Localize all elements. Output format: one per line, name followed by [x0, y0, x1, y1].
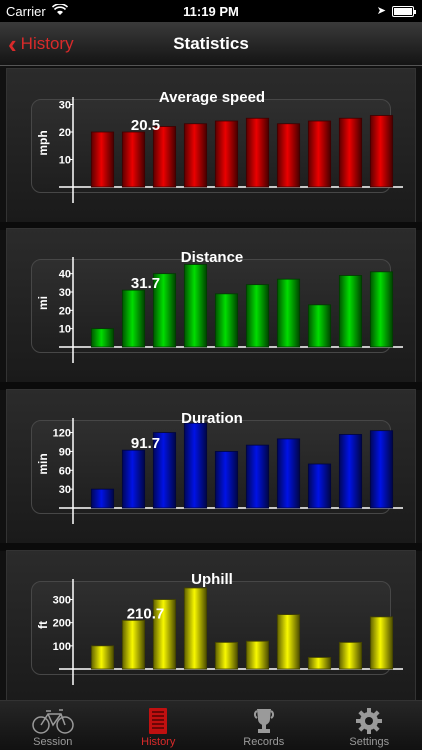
y-axis-unit-label: ft — [36, 621, 50, 629]
chart-bar — [338, 641, 363, 670]
chart-bar — [245, 444, 270, 509]
chart-bar — [245, 117, 270, 188]
chart-bar — [183, 123, 208, 188]
chart-bar — [338, 117, 363, 188]
tab-label: Records — [243, 736, 285, 748]
tab-settings[interactable]: Settings — [317, 701, 422, 750]
chart-bar — [245, 640, 270, 670]
page-title: Statistics — [173, 34, 249, 53]
chart-panel-duration: Duration 30 60 90 120 min 91.7 — [6, 389, 416, 545]
tab-label: History — [141, 736, 176, 748]
chart-bar — [276, 278, 301, 348]
y-tick-label: 90 — [59, 446, 71, 458]
chart-bar — [338, 434, 363, 509]
y-tick-label: 200 — [53, 618, 71, 630]
chart-bar — [276, 614, 301, 670]
highlight-value-label: 31.7 — [131, 275, 160, 292]
chart-bar — [276, 438, 301, 509]
chart-bar — [183, 422, 208, 509]
chart-bar — [121, 449, 146, 509]
chart-bar — [338, 275, 363, 348]
chart-bar — [121, 131, 146, 188]
chart-bar — [90, 328, 115, 348]
tab-session[interactable]: Session — [0, 701, 106, 750]
highlight-value-label: 20.5 — [131, 117, 160, 134]
chart-bar — [214, 293, 239, 348]
y-tick-label: 40 — [59, 269, 71, 281]
chart-bar — [90, 645, 115, 670]
chart-bar — [369, 115, 394, 188]
chart-bar — [90, 131, 115, 188]
tab-history[interactable]: History — [106, 701, 212, 750]
battery-icon — [392, 6, 416, 17]
y-tick-label: 20 — [59, 305, 71, 317]
chart-bar — [369, 616, 394, 670]
tab-label: Settings — [349, 736, 390, 748]
y-tick-label: 20 — [59, 127, 71, 139]
chart-bar — [183, 264, 208, 348]
y-tick-label: 300 — [53, 595, 71, 607]
highlight-value-label: 91.7 — [131, 435, 160, 452]
chart-panel-uphill: Uphill 100 200 300 ft 210.7 — [6, 550, 416, 700]
tab-records[interactable]: Records — [211, 701, 317, 750]
statistics-content[interactable]: Average speed 10 20 30 mph 20.5 Distance 10 2… — [0, 66, 422, 700]
location-arrow-icon: ➤ — [376, 5, 386, 17]
chart-bar — [276, 123, 301, 188]
chart-bar — [121, 619, 146, 670]
chart-title: Duration — [181, 410, 243, 427]
y-tick-label: 30 — [59, 287, 71, 299]
chart-bar — [90, 488, 115, 509]
highlight-value-label: 210.7 — [127, 605, 165, 622]
list-icon — [136, 707, 180, 735]
chart-bar — [183, 587, 208, 670]
y-tick-label: 100 — [53, 641, 71, 653]
y-tick-label: 10 — [59, 324, 71, 336]
gear-icon — [347, 707, 391, 735]
y-tick-label: 60 — [59, 465, 71, 477]
chart-title: Average speed — [158, 89, 266, 106]
status-bar: Carrier 11:19 PM ➤ — [0, 0, 422, 22]
chart-bar — [307, 463, 332, 509]
clock: 11:19 PM — [183, 4, 239, 19]
chart-bar — [369, 271, 394, 348]
bicycle-icon — [31, 707, 75, 735]
chart-bar — [214, 641, 239, 670]
y-tick-label: 120 — [53, 428, 71, 440]
chart-bar — [369, 430, 394, 509]
y-tick-label: 30 — [59, 484, 71, 496]
chart-bar — [245, 284, 270, 348]
chart-bar — [307, 120, 332, 188]
trophy-icon — [242, 707, 286, 735]
chart-panel-average-speed: Average speed 10 20 30 mph 20.5 — [6, 68, 416, 224]
chart-bar — [214, 451, 239, 509]
navigation-bar: ‹ History Statistics — [0, 22, 422, 66]
chart-panel-distance: Distance 10 20 30 40 mi 31.7 — [6, 228, 416, 384]
chart-bar — [214, 120, 239, 188]
chart-bar — [121, 289, 146, 348]
chart-title: Distance — [180, 249, 244, 266]
y-axis-unit-label: mi — [36, 296, 50, 310]
chart-title: Uphill — [191, 571, 233, 588]
y-tick-label: 10 — [59, 155, 71, 167]
chart-bar — [152, 126, 177, 188]
y-axis-unit-label: min — [36, 453, 50, 474]
chart-bar — [307, 304, 332, 348]
tab-label: Session — [33, 736, 73, 748]
tab-bar: Session History Records Settings — [0, 700, 422, 750]
y-axis-unit-label: mph — [36, 130, 50, 155]
chart-bar — [307, 657, 332, 670]
